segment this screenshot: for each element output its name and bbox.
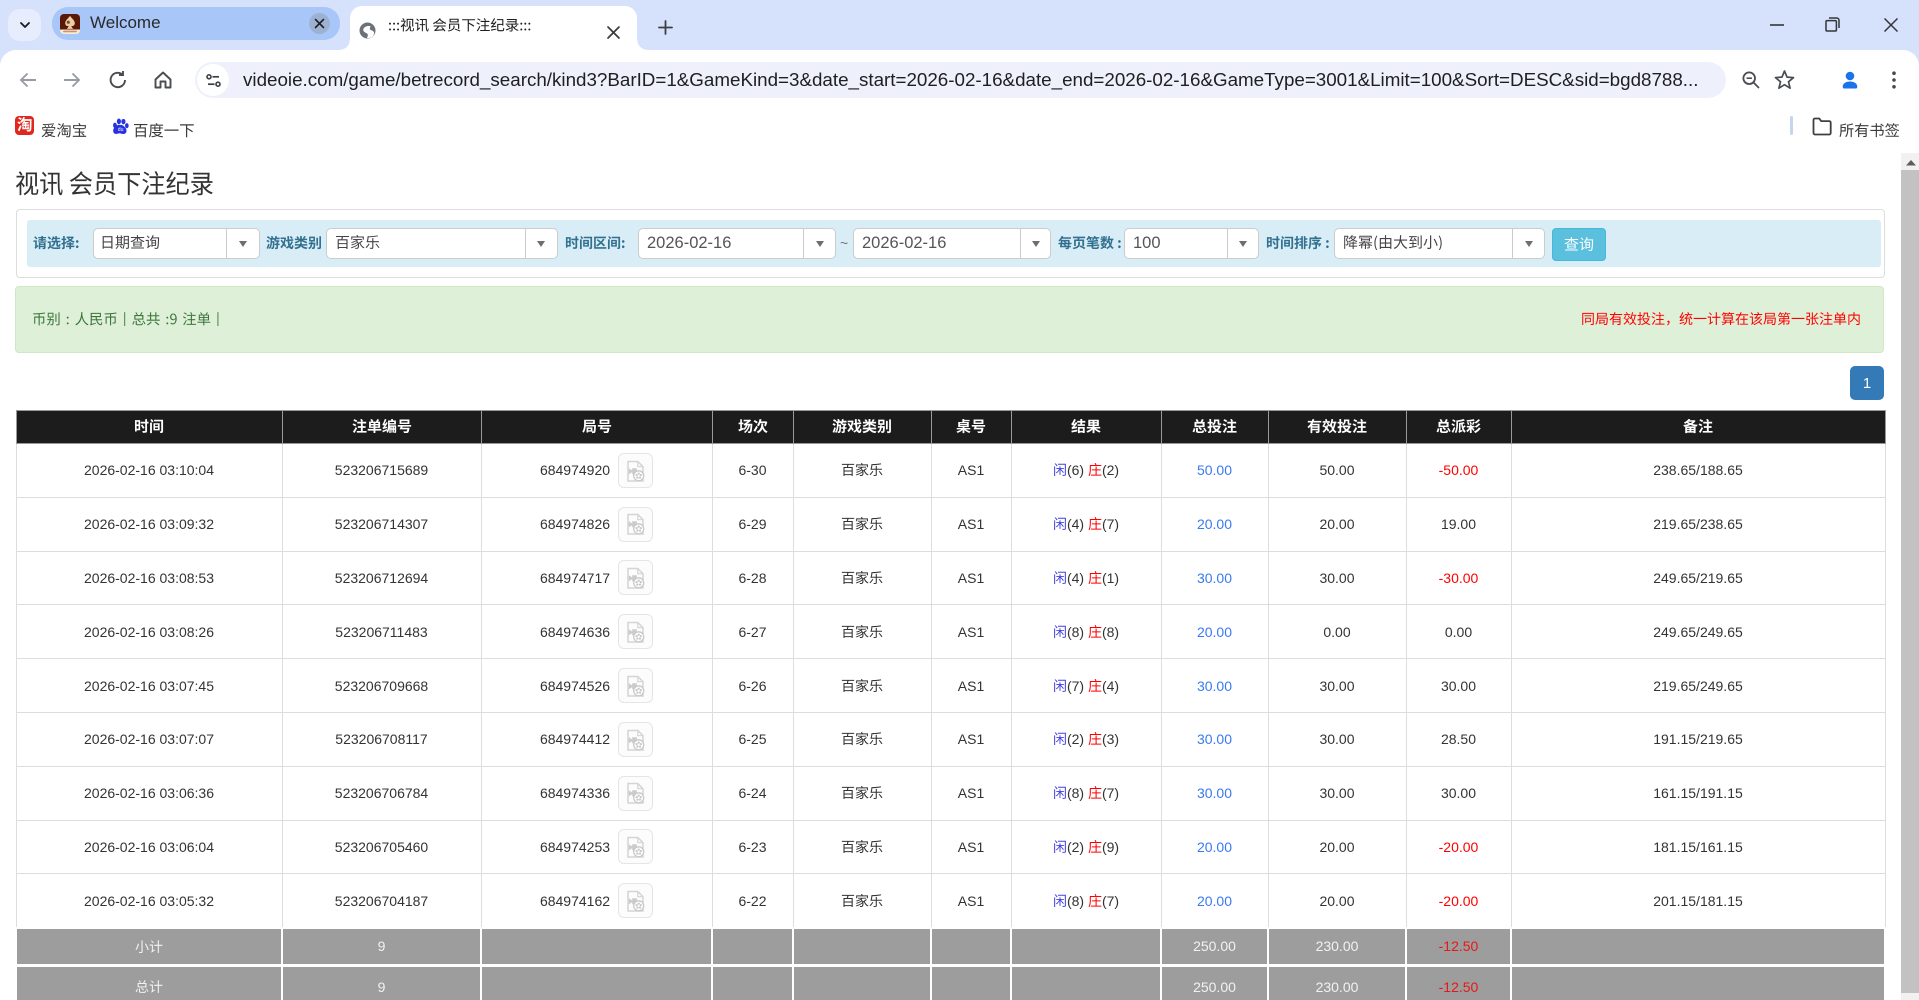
- svg-text:du: du: [118, 127, 124, 133]
